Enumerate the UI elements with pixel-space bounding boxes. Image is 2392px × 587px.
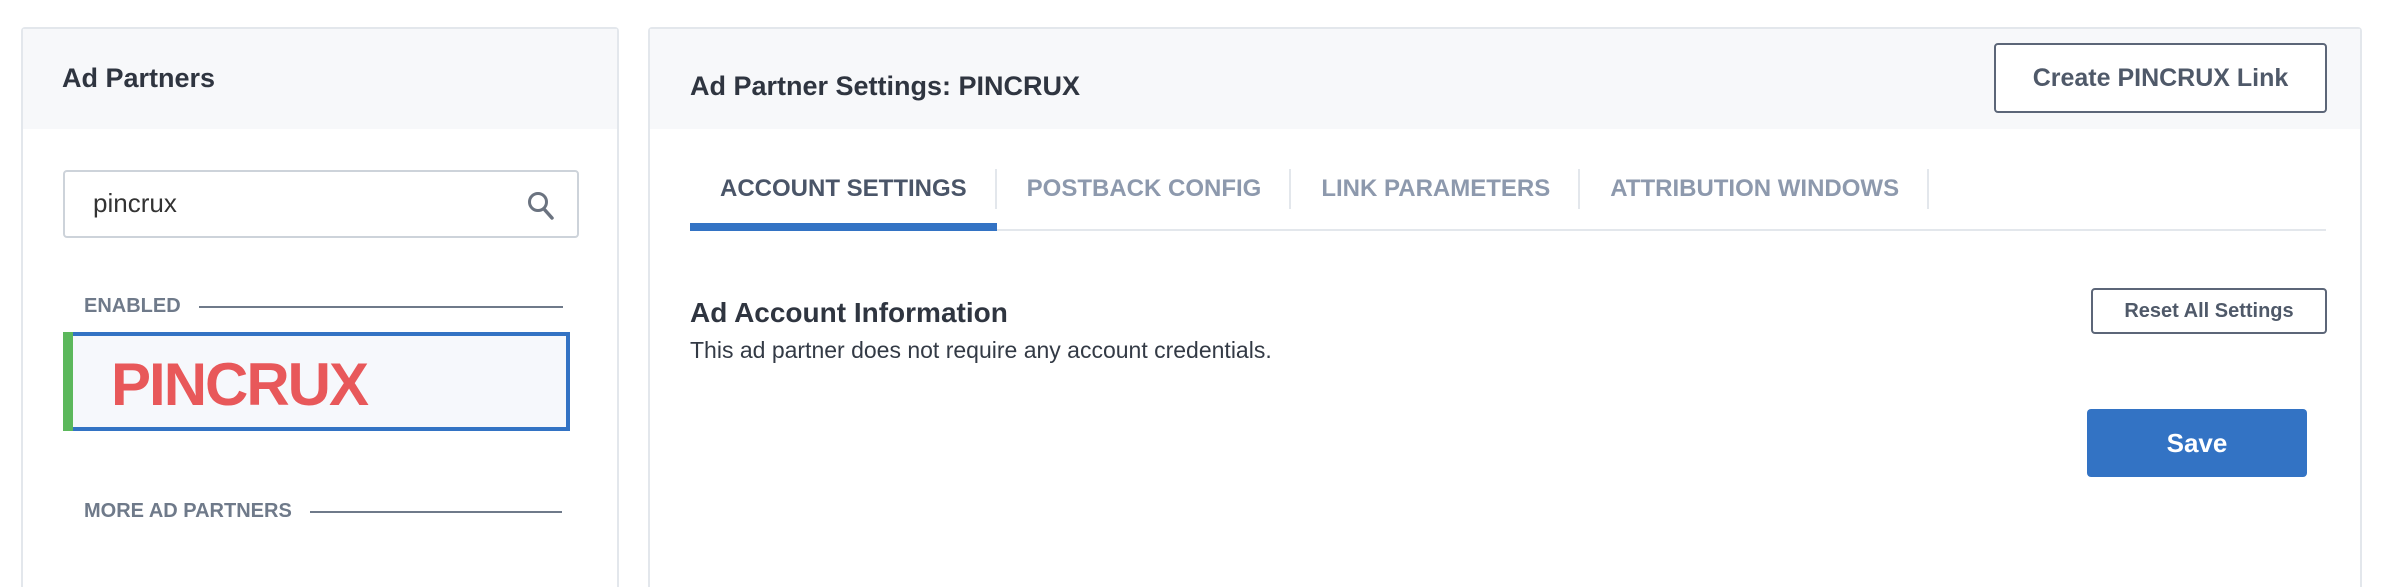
enabled-section-header: ENABLED bbox=[84, 295, 563, 318]
search-input[interactable] bbox=[93, 188, 493, 219]
enabled-label: ENABLED bbox=[84, 295, 181, 317]
divider bbox=[309, 510, 562, 513]
panel-header: Ad Partners bbox=[23, 29, 617, 129]
more-partners-label: MORE AD PARTNERS bbox=[84, 500, 292, 522]
panel-title: Ad Partners bbox=[62, 63, 216, 93]
tab-label: POSTBACK CONFIG bbox=[1026, 175, 1262, 202]
tab-attribution-windows[interactable]: ATTRIBUTION WINDOWS bbox=[1580, 169, 1930, 225]
partner-item-pincrux[interactable]: PINCRUX bbox=[63, 332, 570, 431]
create-link-button[interactable]: Create PINCRUX Link bbox=[1994, 43, 2327, 113]
ad-partners-panel: Ad Partners ENABLED PINCRUX MORE AD PART… bbox=[21, 27, 619, 587]
save-button[interactable]: Save bbox=[2087, 409, 2307, 477]
reset-all-settings-button[interactable]: Reset All Settings bbox=[2091, 288, 2327, 334]
tab-postback-config[interactable]: POSTBACK CONFIG bbox=[997, 169, 1292, 225]
partner-search[interactable] bbox=[63, 170, 579, 238]
settings-tabs: ACCOUNT SETTINGS POSTBACK CONFIG LINK PA… bbox=[690, 169, 2326, 231]
tab-label: ACCOUNT SETTINGS bbox=[720, 175, 967, 202]
enabled-indicator bbox=[63, 332, 73, 431]
tab-label: LINK PARAMETERS bbox=[1321, 175, 1551, 202]
section-description: This ad partner does not require any acc… bbox=[690, 337, 1272, 363]
ad-partner-settings-panel: Ad Partner Settings: PINCRUX Create PINC… bbox=[648, 27, 2362, 587]
more-section-header: MORE AD PARTNERS bbox=[84, 500, 562, 523]
tab-account-settings[interactable]: ACCOUNT SETTINGS bbox=[690, 169, 997, 231]
panel-header: Ad Partner Settings: PINCRUX Create PINC… bbox=[650, 29, 2360, 129]
pincrux-logo: PINCRUX bbox=[111, 351, 369, 418]
section-title: Ad Account Information bbox=[690, 297, 1008, 328]
tab-label: ATTRIBUTION WINDOWS bbox=[1610, 175, 1900, 202]
tab-link-parameters[interactable]: LINK PARAMETERS bbox=[1291, 169, 1581, 225]
divider bbox=[198, 305, 563, 308]
panel-title: Ad Partner Settings: PINCRUX bbox=[690, 71, 1081, 101]
search-icon[interactable] bbox=[527, 191, 555, 221]
